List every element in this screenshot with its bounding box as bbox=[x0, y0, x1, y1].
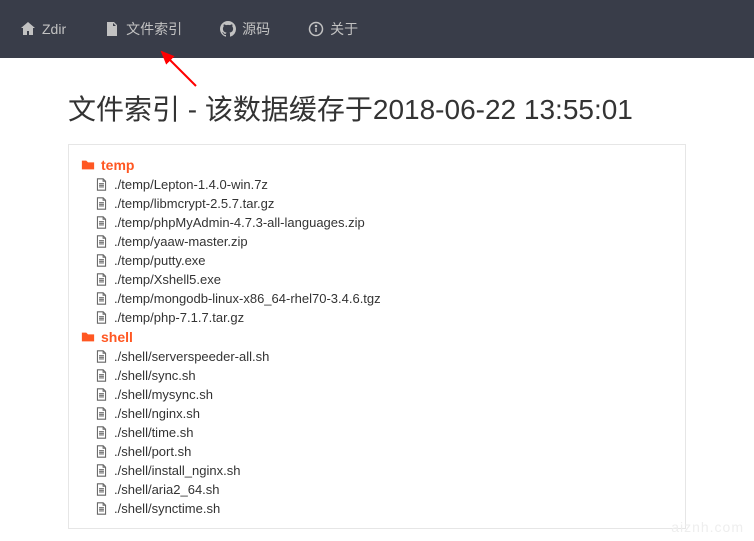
file-icon bbox=[95, 502, 108, 515]
file-row[interactable]: ./temp/php-7.1.7.tar.gz bbox=[81, 308, 673, 327]
file-icon bbox=[95, 235, 108, 248]
file-icon bbox=[95, 407, 108, 420]
file-icon bbox=[95, 388, 108, 401]
folder-row[interactable]: temp bbox=[81, 155, 673, 175]
nav-source-label: 源码 bbox=[242, 19, 270, 39]
nav-file-index-label: 文件索引 bbox=[126, 19, 182, 39]
file-path: ./shell/mysync.sh bbox=[114, 387, 213, 402]
file-icon bbox=[95, 197, 108, 210]
file-icon bbox=[95, 311, 108, 324]
folder-open-icon bbox=[81, 330, 95, 344]
nav-home-label: Zdir bbox=[42, 21, 66, 37]
file-icon bbox=[95, 273, 108, 286]
file-row[interactable]: ./shell/nginx.sh bbox=[81, 404, 673, 423]
file-path: ./temp/php-7.1.7.tar.gz bbox=[114, 310, 244, 325]
file-path: ./temp/libmcrypt-2.5.7.tar.gz bbox=[114, 196, 274, 211]
folder-open-icon bbox=[81, 158, 95, 172]
navbar: Zdir 文件索引 源码 关于 bbox=[0, 0, 754, 58]
file-row[interactable]: ./shell/time.sh bbox=[81, 423, 673, 442]
annotation-arrow bbox=[156, 46, 206, 96]
file-path: ./temp/putty.exe bbox=[114, 253, 206, 268]
file-icon bbox=[95, 445, 108, 458]
file-path: ./temp/yaaw-master.zip bbox=[114, 234, 248, 249]
file-path: ./shell/time.sh bbox=[114, 425, 193, 440]
file-path: ./shell/aria2_64.sh bbox=[114, 482, 220, 497]
file-row[interactable]: ./shell/sync.sh bbox=[81, 366, 673, 385]
file-icon bbox=[95, 292, 108, 305]
watermark: aiznh.com bbox=[671, 519, 744, 535]
file-path: ./shell/synctime.sh bbox=[114, 501, 220, 516]
page-title: 文件索引 - 该数据缓存于2018-06-22 13:55:01 bbox=[0, 58, 754, 144]
file-row[interactable]: ./shell/mysync.sh bbox=[81, 385, 673, 404]
file-path: ./temp/Xshell5.exe bbox=[114, 272, 221, 287]
file-row[interactable]: ./temp/phpMyAdmin-4.7.3-all-languages.zi… bbox=[81, 213, 673, 232]
home-icon bbox=[20, 21, 36, 37]
file-row[interactable]: ./temp/libmcrypt-2.5.7.tar.gz bbox=[81, 194, 673, 213]
file-row[interactable]: ./temp/Xshell5.exe bbox=[81, 270, 673, 289]
file-row[interactable]: ./shell/synctime.sh bbox=[81, 499, 673, 518]
file-icon bbox=[95, 350, 108, 363]
file-index-panel: temp ./temp/Lepton-1.4.0-win.7z ./temp/lib… bbox=[68, 144, 686, 529]
file-path: ./shell/sync.sh bbox=[114, 368, 196, 383]
file-row[interactable]: ./shell/port.sh bbox=[81, 442, 673, 461]
file-path: ./temp/mongodb-linux-x86_64-rhel70-3.4.6… bbox=[114, 291, 381, 306]
file-icon bbox=[104, 21, 120, 37]
info-icon bbox=[308, 21, 324, 37]
file-icon bbox=[95, 178, 108, 191]
file-path: ./shell/install_nginx.sh bbox=[114, 463, 240, 478]
file-path: ./shell/nginx.sh bbox=[114, 406, 200, 421]
file-row[interactable]: ./shell/serverspeeder-all.sh bbox=[81, 347, 673, 366]
file-icon bbox=[95, 369, 108, 382]
folder-name: temp bbox=[101, 157, 134, 173]
folder-name: shell bbox=[101, 329, 133, 345]
github-icon bbox=[220, 21, 236, 37]
nav-about[interactable]: 关于 bbox=[308, 19, 358, 39]
nav-source[interactable]: 源码 bbox=[220, 19, 270, 39]
file-row[interactable]: ./temp/yaaw-master.zip bbox=[81, 232, 673, 251]
file-path: ./temp/Lepton-1.4.0-win.7z bbox=[114, 177, 268, 192]
file-icon bbox=[95, 216, 108, 229]
file-row[interactable]: ./shell/aria2_64.sh bbox=[81, 480, 673, 499]
file-row[interactable]: ./temp/Lepton-1.4.0-win.7z bbox=[81, 175, 673, 194]
file-row[interactable]: ./temp/putty.exe bbox=[81, 251, 673, 270]
nav-home[interactable]: Zdir bbox=[20, 21, 66, 37]
nav-about-label: 关于 bbox=[330, 19, 358, 39]
file-icon bbox=[95, 483, 108, 496]
file-path: ./temp/phpMyAdmin-4.7.3-all-languages.zi… bbox=[114, 215, 365, 230]
file-row[interactable]: ./shell/install_nginx.sh bbox=[81, 461, 673, 480]
file-row[interactable]: ./temp/mongodb-linux-x86_64-rhel70-3.4.6… bbox=[81, 289, 673, 308]
file-icon bbox=[95, 254, 108, 267]
file-icon bbox=[95, 426, 108, 439]
folder-row[interactable]: shell bbox=[81, 327, 673, 347]
file-path: ./shell/serverspeeder-all.sh bbox=[114, 349, 269, 364]
nav-file-index[interactable]: 文件索引 bbox=[104, 19, 182, 39]
file-icon bbox=[95, 464, 108, 477]
file-path: ./shell/port.sh bbox=[114, 444, 191, 459]
